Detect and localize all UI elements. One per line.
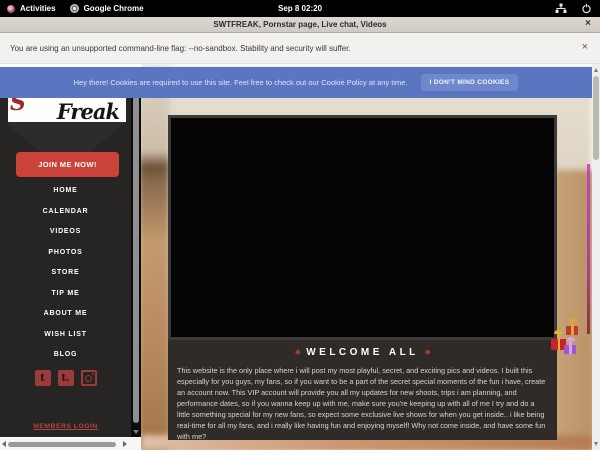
network-icon[interactable] xyxy=(555,3,567,14)
video-player[interactable] xyxy=(168,115,557,340)
gift-icon xyxy=(566,322,578,335)
instagram-flash-dot xyxy=(92,373,94,375)
infobar-close-button[interactable]: × xyxy=(582,41,588,53)
web-page: S Freak JOIN ME NOW! HOME CALENDAR VIDEO… xyxy=(0,64,600,450)
logo-text: Freak xyxy=(57,99,119,122)
window-title: SWTFREAK, Pornstar page, Live chat, Vide… xyxy=(213,20,386,29)
sidebar-item-photos[interactable]: PHOTOS xyxy=(0,243,131,264)
tumblr-icon[interactable]: t. xyxy=(58,370,74,386)
sidebar-vertical-scrollbar-thumb[interactable] xyxy=(133,89,139,423)
cookie-banner: Hey there! Cookies are required to use t… xyxy=(0,67,592,98)
welcome-title-text: WELCOME ALL xyxy=(306,347,419,358)
social-links: t t. xyxy=(0,370,131,386)
page-vertical-scrollbar-thumb[interactable] xyxy=(593,76,599,160)
clock[interactable]: Sep 8 02:20 xyxy=(0,4,600,13)
twitter-icon[interactable]: t xyxy=(35,370,51,386)
window-title-bar[interactable]: SWTFREAK, Pornstar page, Live chat, Vide… xyxy=(0,17,600,33)
sidebar-scroll-down-arrow-icon[interactable] xyxy=(133,430,139,434)
chrome-infobar: You are using an unsupported command-lin… xyxy=(0,33,600,64)
diamond-bullet-icon xyxy=(295,349,300,354)
sidebar-vertical-scrollbar[interactable] xyxy=(131,67,141,437)
sidebar-scroll-left-arrow-icon[interactable] xyxy=(2,441,6,447)
page-vertical-scrollbar[interactable] xyxy=(592,64,600,450)
window-close-button[interactable]: × xyxy=(585,18,591,29)
sidebar-item-calendar[interactable]: CALENDAR xyxy=(0,202,131,223)
join-me-now-button[interactable]: JOIN ME NOW! xyxy=(16,152,119,177)
gnome-top-bar: Activities Google Chrome Sep 8 02:20 xyxy=(0,0,600,17)
sidebar-item-tip-me[interactable]: TIP ME xyxy=(0,284,131,305)
power-icon[interactable] xyxy=(581,3,592,14)
screen: Activities Google Chrome Sep 8 02:20 xyxy=(0,0,600,450)
sidebar-item-about-me[interactable]: ABOUT ME xyxy=(0,304,131,325)
welcome-title: WELCOME ALL xyxy=(168,347,557,358)
welcome-body-text: This website is the only place where i w… xyxy=(177,366,548,443)
sidebar-item-videos[interactable]: VIDEOS xyxy=(0,222,131,243)
sidebar-scroll-right-arrow-icon[interactable] xyxy=(123,441,127,447)
sidebar-item-home[interactable]: HOME xyxy=(0,181,131,202)
infobar-message: You are using an unsupported command-lin… xyxy=(10,44,351,53)
welcome-panel: WELCOME ALL This website is the only pla… xyxy=(168,340,557,440)
sidebar-nav: HOME CALENDAR VIDEOS PHOTOS STORE TIP ME… xyxy=(0,181,131,366)
main-content: WELCOME ALL This website is the only pla… xyxy=(141,64,592,450)
instagram-lens xyxy=(85,375,92,382)
sidebar: S Freak JOIN ME NOW! HOME CALENDAR VIDEO… xyxy=(0,67,131,437)
background-photo-left-column xyxy=(141,67,169,450)
side-widget-edge[interactable] xyxy=(587,164,590,334)
cookie-accept-button[interactable]: I DON'T MIND COOKIES xyxy=(421,74,519,91)
gift-icon xyxy=(564,341,576,354)
members-login-link[interactable]: MEMBERS LOGIN xyxy=(0,423,131,430)
sidebar-item-wish-list[interactable]: WISH LIST xyxy=(0,325,131,346)
sidebar-item-store[interactable]: STORE xyxy=(0,263,131,284)
sidebar-horizontal-scrollbar-thumb[interactable] xyxy=(8,442,116,447)
sidebar-item-blog[interactable]: BLOG xyxy=(0,345,131,366)
page-scroll-down-arrow-icon[interactable] xyxy=(594,442,598,446)
instagram-icon[interactable] xyxy=(81,370,97,386)
page-scroll-up-arrow-icon[interactable] xyxy=(594,68,598,72)
diamond-bullet-icon xyxy=(425,349,430,354)
cookie-banner-message: Hey there! Cookies are required to use t… xyxy=(74,78,408,87)
gifts-widget[interactable] xyxy=(549,320,587,366)
sidebar-horizontal-scrollbar[interactable] xyxy=(0,438,141,450)
